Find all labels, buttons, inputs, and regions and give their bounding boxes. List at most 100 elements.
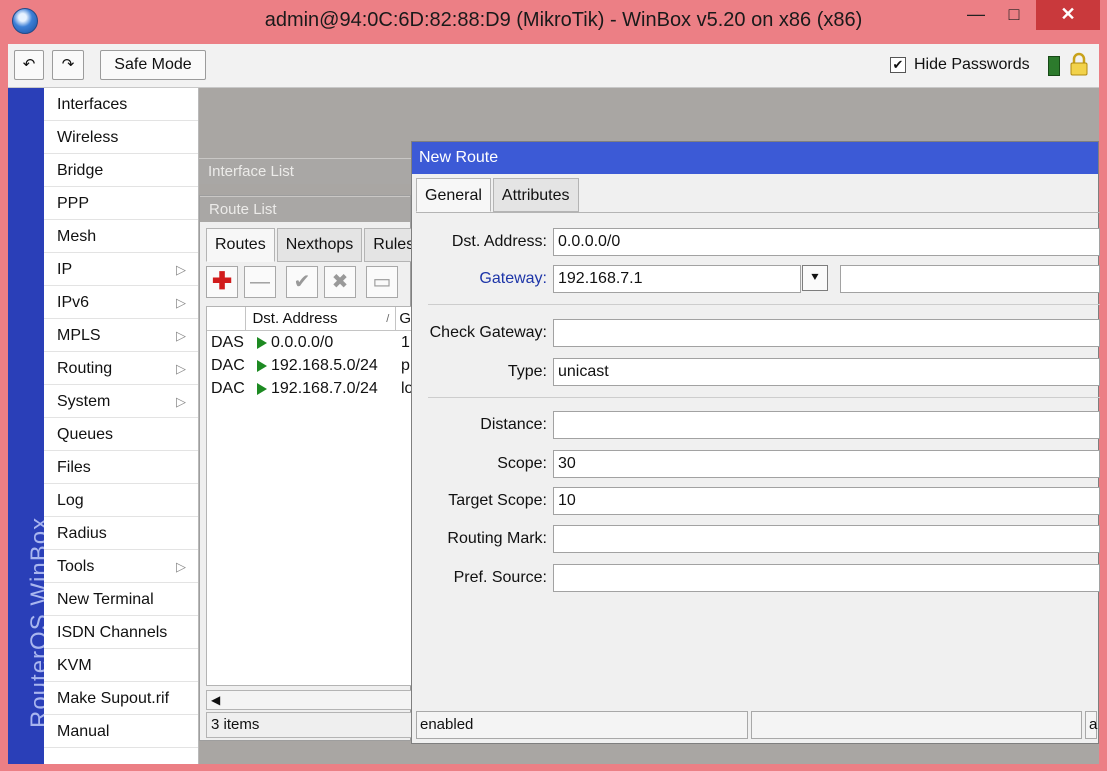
route-flags: DAC xyxy=(211,380,245,397)
flags-column-header[interactable] xyxy=(207,307,247,330)
sidebar-item-label: Radius xyxy=(57,525,107,542)
routing-mark-input[interactable] xyxy=(553,525,1100,553)
sidebar-item-wireless[interactable]: Wireless xyxy=(44,121,198,154)
sidebar-item-tools[interactable]: Tools ▷ xyxy=(44,550,198,583)
check-gateway-input[interactable] xyxy=(553,319,1100,347)
sidebar-item-interfaces[interactable]: Interfaces xyxy=(44,88,198,121)
sidebar-item-routing[interactable]: Routing ▷ xyxy=(44,352,198,385)
tab-routes[interactable]: Routes xyxy=(206,228,275,262)
window-titlebar: admin@94:0C:6D:82:88:D9 (MikroTik) - Win… xyxy=(0,0,1107,44)
sidebar-item-label: Log xyxy=(57,492,84,509)
hide-passwords-toggle[interactable]: ✔ Hide Passwords xyxy=(890,56,1030,74)
check-gateway-label: Check Gateway: xyxy=(429,324,547,341)
sidebar-item-kvm[interactable]: KVM xyxy=(44,649,198,682)
sidebar-item-mesh[interactable]: Mesh xyxy=(44,220,198,253)
sidebar-item-log[interactable]: Log xyxy=(44,484,198,517)
sidebar-item-radius[interactable]: Radius xyxy=(44,517,198,550)
sidebar-item-label: Queues xyxy=(57,426,114,443)
submenu-arrow-icon: ▷ xyxy=(176,361,186,376)
sidebar-item-label: Wireless xyxy=(57,129,119,146)
dst-address-input[interactable]: 0.0.0.0/0 xyxy=(553,228,1100,256)
distance-label: Distance: xyxy=(480,416,547,433)
maximize-button[interactable]: □ xyxy=(996,0,1032,30)
close-button[interactable]: ✕ xyxy=(1036,0,1100,30)
add-route-button[interactable]: ✚ xyxy=(206,266,238,298)
new-route-dialog: New Route General Attributes Dst. Addres… xyxy=(411,141,1100,744)
sidebar-item-new-terminal[interactable]: New Terminal xyxy=(44,583,198,616)
new-route-title[interactable]: New Route xyxy=(412,142,1098,174)
submenu-arrow-icon: ▷ xyxy=(176,295,186,310)
sidebar-item-make-supout-rif[interactable]: Make Supout.rif xyxy=(44,682,198,715)
sidebar-item-mpls[interactable]: MPLS ▷ xyxy=(44,319,198,352)
table-row[interactable]: DAC 192.168.5.0/24 p xyxy=(207,354,411,377)
tab-general[interactable]: General xyxy=(416,178,491,212)
sidebar-item-queues[interactable]: Queues xyxy=(44,418,198,451)
interface-list-title[interactable]: Interface List xyxy=(199,158,411,184)
status-enabled: enabled xyxy=(416,711,748,739)
minimize-button[interactable]: — xyxy=(958,0,994,30)
redo-icon: ↷ xyxy=(61,56,75,73)
comment-route-button[interactable]: ▭ xyxy=(366,266,398,298)
enable-route-button[interactable]: ✔ xyxy=(286,266,318,298)
hide-passwords-checkbox[interactable]: ✔ xyxy=(890,57,906,73)
sidebar-item-label: MPLS xyxy=(57,327,101,344)
type-label: Type: xyxy=(507,363,547,380)
flag-icon xyxy=(257,359,267,372)
sidebar-item-isdn-channels[interactable]: ISDN Channels xyxy=(44,616,198,649)
sidebar-item-label: IPv6 xyxy=(57,294,90,311)
sidebar-item-label: PPP xyxy=(57,195,90,212)
route-list-title[interactable]: Route List xyxy=(200,196,410,222)
minus-icon: — xyxy=(250,271,270,293)
scope-row: Scope: 30 xyxy=(416,449,1100,479)
tab-attributes[interactable]: Attributes xyxy=(492,178,579,212)
scroll-left-icon[interactable]: ◀ xyxy=(211,691,220,709)
target-scope-row: Target Scope: 10 xyxy=(416,486,1100,516)
sidebar-item-files[interactable]: Files xyxy=(44,451,198,484)
distance-input[interactable] xyxy=(553,411,1100,439)
pref-source-label: Pref. Source: xyxy=(453,569,547,586)
sidebar-menu: Interfaces Wireless Bridge PPP Mesh IP ▷ IPv6 ▷ M… xyxy=(44,88,199,764)
gateway-label[interactable]: Gateway: xyxy=(416,264,547,294)
route-table-header: Dst. Address / G xyxy=(207,307,411,331)
route-gateway: 1 xyxy=(401,334,410,351)
sidebar-item-manual[interactable]: Manual xyxy=(44,715,198,748)
pref-source-input[interactable] xyxy=(553,564,1100,592)
remove-route-button[interactable]: — xyxy=(244,266,276,298)
sidebar-item-ppp[interactable]: PPP xyxy=(44,187,198,220)
route-table-scrollbar[interactable]: ◀ xyxy=(206,690,412,710)
route-list-status: 3 items xyxy=(206,712,412,738)
route-list-tabs: Routes Nexthops Rules xyxy=(206,228,425,264)
route-dst: 192.168.7.0/24 xyxy=(247,377,399,400)
gateway-input[interactable]: 192.168.7.1 xyxy=(553,265,801,293)
gateway-extra-input[interactable] xyxy=(840,265,1100,293)
tab-nexthops[interactable]: Nexthops xyxy=(276,228,363,262)
disable-route-button[interactable]: ✖ xyxy=(324,266,356,298)
routing-mark-label: Routing Mark: xyxy=(447,530,547,547)
gateway-column-header[interactable]: G xyxy=(396,307,411,330)
table-row[interactable]: DAC 192.168.7.0/24 lo xyxy=(207,377,411,400)
sidebar-item-system[interactable]: System ▷ xyxy=(44,385,198,418)
scope-label: Scope: xyxy=(497,455,547,472)
sidebar-item-label: Interfaces xyxy=(57,96,128,113)
route-dst: 0.0.0.0/0 xyxy=(247,331,399,354)
redo-button[interactable]: ↷ xyxy=(52,50,84,80)
sidebar-item-ip[interactable]: IP ▷ xyxy=(44,253,198,286)
sidebar-item-ipv6[interactable]: IPv6 ▷ xyxy=(44,286,198,319)
scope-input[interactable]: 30 xyxy=(553,450,1100,478)
submenu-arrow-icon: ▷ xyxy=(176,559,186,574)
status-indicator-icon xyxy=(1048,56,1060,76)
sidebar-item-label: Mesh xyxy=(57,228,97,245)
safe-mode-button[interactable]: Safe Mode xyxy=(100,50,206,80)
pref-source-row: Pref. Source: xyxy=(416,563,1100,593)
sidebar-item-label: Files xyxy=(57,459,91,476)
dst-address-column-header[interactable]: Dst. Address / xyxy=(246,307,397,330)
routing-mark-row: Routing Mark: xyxy=(416,524,1100,554)
target-scope-input[interactable]: 10 xyxy=(553,487,1100,515)
undo-button[interactable]: ↶ xyxy=(14,50,44,80)
table-row[interactable]: DAS 0.0.0.0/0 1 xyxy=(207,331,411,354)
gateway-row: Gateway: 192.168.7.1 ⯆ xyxy=(416,264,1100,294)
sidebar-item-bridge[interactable]: Bridge xyxy=(44,154,198,187)
type-select[interactable]: unicast xyxy=(553,358,1100,386)
gateway-dropdown-icon[interactable]: ⯆ xyxy=(802,265,828,291)
sidebar-item-label: ISDN Channels xyxy=(57,624,168,641)
